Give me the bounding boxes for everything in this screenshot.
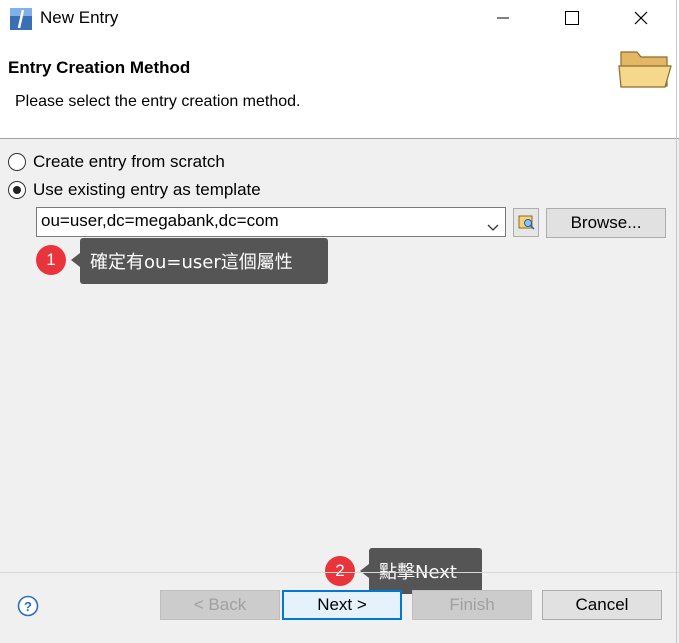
close-button[interactable]: [618, 0, 664, 36]
annotation-tooltip-1: 確定有ou=user這個屬性: [80, 238, 328, 284]
finish-button[interactable]: Finish: [412, 590, 532, 620]
window-title: New Entry: [40, 8, 119, 27]
entry-browser-button[interactable]: [513, 208, 539, 237]
entry-browser-icon: [518, 215, 535, 230]
create-from-scratch-option[interactable]: Create entry from scratch: [8, 150, 225, 174]
use-template-option[interactable]: Use existing entry as template: [8, 178, 261, 202]
annotation-badge-1: 1: [36, 245, 66, 275]
wizard-header: Entry Creation Method Please select the …: [0, 36, 679, 139]
back-button[interactable]: < Back: [160, 590, 280, 620]
open-folder-icon: [617, 44, 673, 94]
annotation-pointer-2: [360, 564, 369, 578]
maximize-icon: [565, 11, 579, 25]
template-entry-combo[interactable]: ou=user,dc=megabank,dc=com: [36, 207, 506, 237]
minimize-icon: [497, 17, 509, 19]
create-from-scratch-radio[interactable]: [8, 153, 26, 171]
close-icon: [634, 11, 648, 25]
footer-divider: [0, 572, 679, 573]
next-button[interactable]: Next >: [282, 590, 402, 620]
chevron-down-icon[interactable]: [487, 217, 499, 236]
svg-text:?: ?: [24, 599, 32, 614]
minimize-button[interactable]: [480, 0, 526, 36]
browse-button[interactable]: Browse...: [546, 208, 666, 238]
help-icon[interactable]: ?: [17, 595, 39, 617]
eclipse-app-icon: [9, 7, 33, 31]
template-entry-value[interactable]: ou=user,dc=megabank,dc=com: [41, 211, 279, 231]
annotation-tooltip-2: 點擊Next: [369, 548, 482, 594]
window-border: [676, 0, 677, 643]
annotation-badge-2: 2: [325, 556, 355, 586]
wizard-page-title: Entry Creation Method: [8, 58, 191, 77]
use-template-radio[interactable]: [8, 181, 26, 199]
use-template-label: Use existing entry as template: [33, 180, 261, 199]
maximize-button[interactable]: [549, 0, 595, 36]
wizard-page-description: Please select the entry creation method.: [15, 93, 301, 110]
cancel-button[interactable]: Cancel: [542, 590, 662, 620]
annotation-pointer-1: [71, 253, 80, 267]
create-from-scratch-label: Create entry from scratch: [33, 152, 225, 171]
